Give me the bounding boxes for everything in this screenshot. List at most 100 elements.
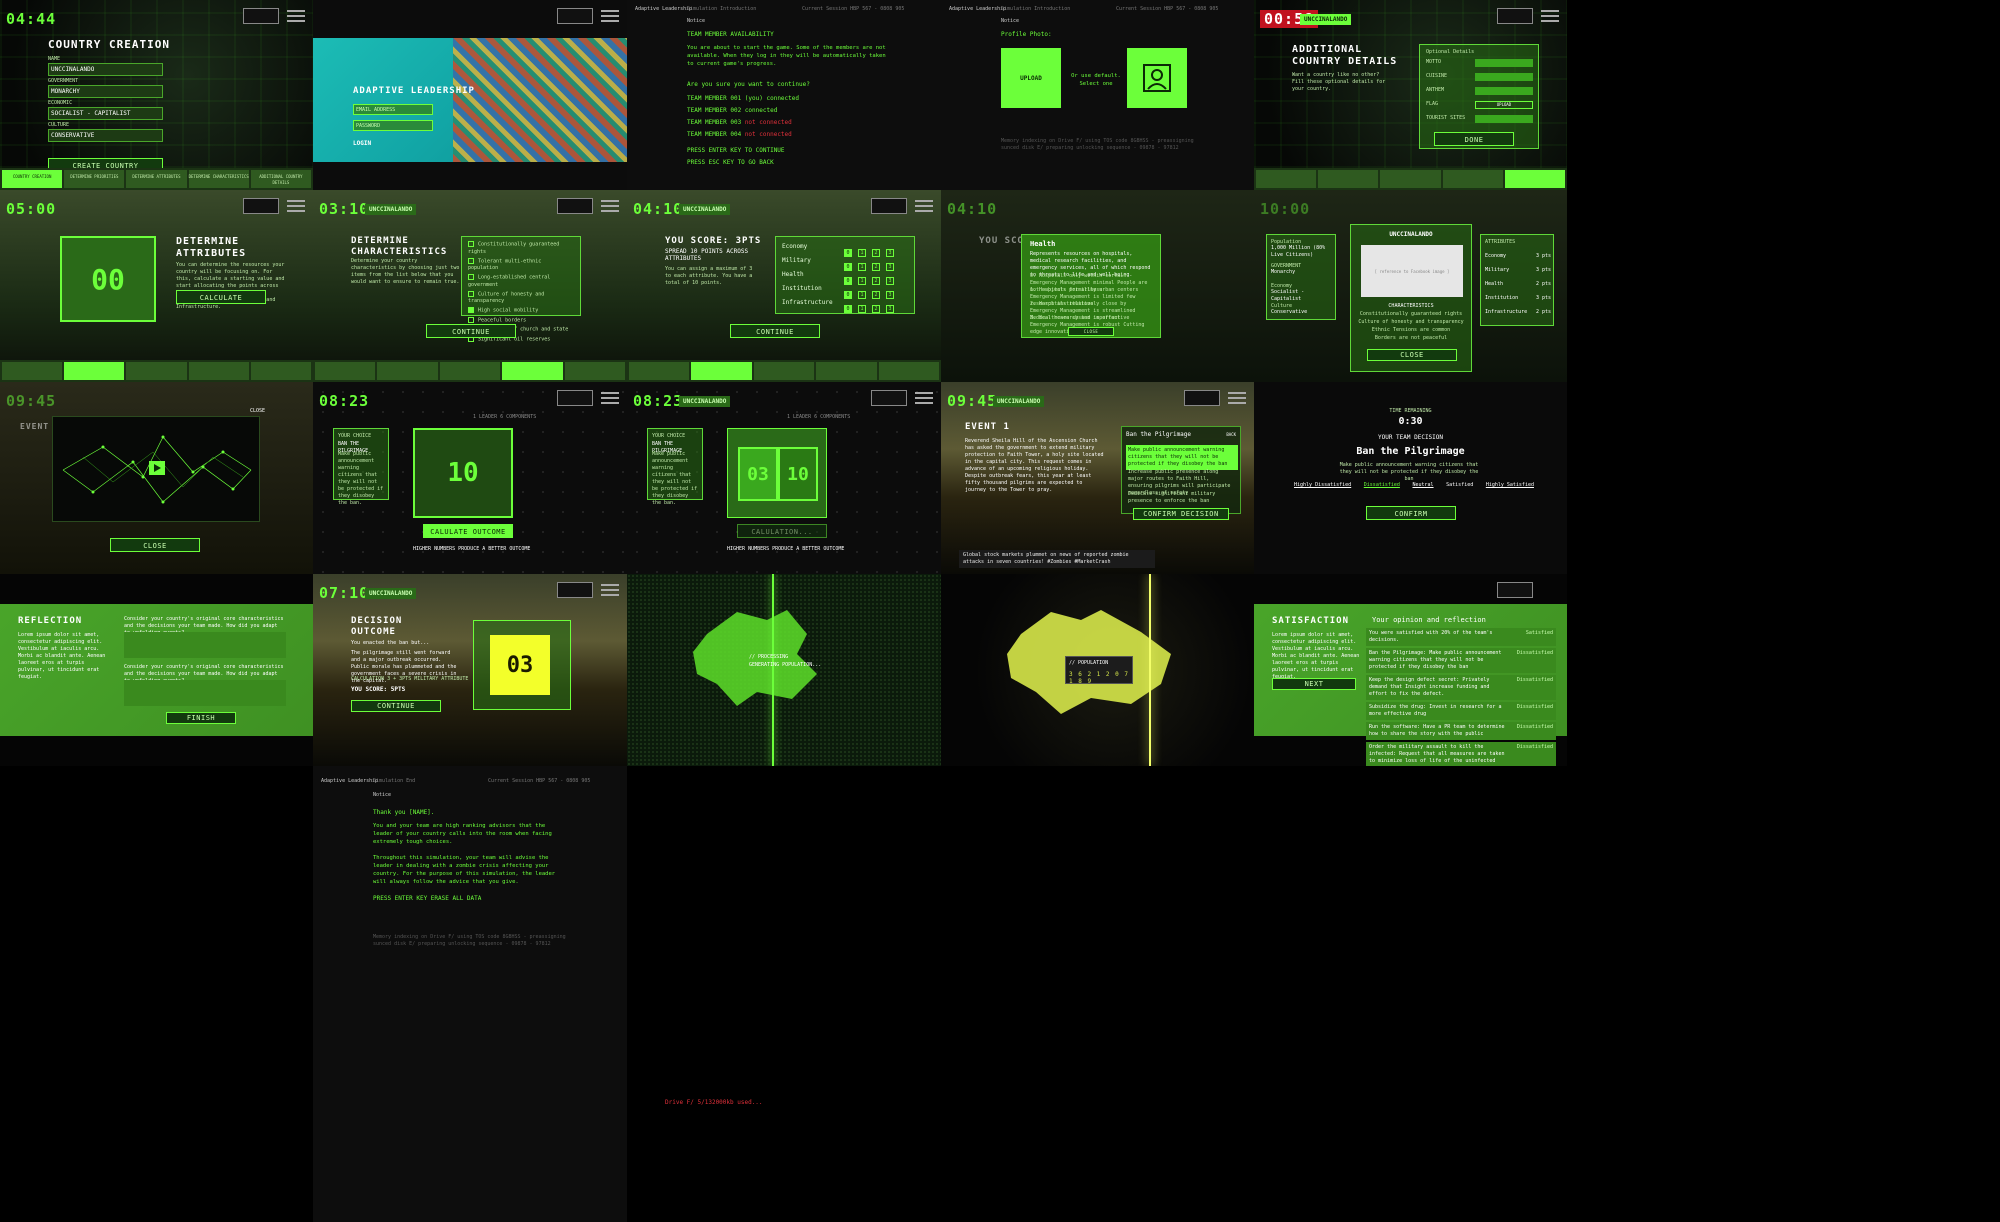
score-option[interactable]: 0: [844, 304, 852, 313]
flag-upload-button[interactable]: UPLOAD: [1475, 101, 1533, 109]
step-2[interactable]: [1318, 170, 1379, 188]
characteristic-item[interactable]: Tolerant multi-ethnic population: [468, 257, 574, 273]
score-option[interactable]: 2: [872, 304, 880, 313]
menu-icon[interactable]: [601, 10, 619, 22]
esc-prompt[interactable]: PRESS ESC KEY TO GO BACK: [687, 158, 774, 168]
step-1[interactable]: COUNTRY CREATION: [2, 170, 63, 188]
step-3[interactable]: [1380, 170, 1441, 188]
erase-prompt[interactable]: PRESS ENTER KEY ERASE ALL DATA: [373, 894, 481, 904]
scale-option[interactable]: Neutral: [1412, 482, 1433, 488]
answer-1-field[interactable]: [124, 632, 286, 658]
calculate-outcome-button[interactable]: CALULATE OUTCOME: [423, 524, 513, 538]
close-button[interactable]: CLOSE: [1068, 327, 1114, 336]
step-2[interactable]: [377, 362, 438, 380]
cuisine-field[interactable]: [1475, 73, 1533, 81]
characteristic-item[interactable]: Culture of honesty and transparency: [468, 290, 574, 306]
menu-icon[interactable]: [287, 200, 305, 212]
finish-button[interactable]: FINISH: [166, 712, 236, 724]
enter-prompt[interactable]: PRESS ENTER KEY TO CONTINUE: [687, 146, 785, 156]
step-3[interactable]: [753, 362, 815, 380]
menu-icon[interactable]: [1228, 392, 1246, 404]
score-option[interactable]: 3: [886, 304, 894, 313]
continue-button[interactable]: CONTINUE: [426, 324, 516, 338]
step-4[interactable]: [502, 362, 563, 380]
member-row: TEAM MEMBER 004 not connected: [687, 130, 799, 140]
next-button[interactable]: NEXT: [1272, 678, 1356, 690]
anthem-field[interactable]: [1475, 87, 1533, 95]
tile-choice-calc-2: 08:23 UNCCINALANDO 1 LEADER 6 COMPONENTS…: [627, 382, 941, 574]
video-player[interactable]: [52, 416, 260, 522]
scale-option[interactable]: Dissatisfied: [1364, 482, 1400, 488]
characteristic-item[interactable]: Constitutionally guaranteed rights: [468, 241, 574, 256]
characteristic-item[interactable]: Long-established central government: [468, 274, 574, 289]
step-4[interactable]: DETERMINE CHARACTERISTICS: [188, 170, 249, 188]
step-4[interactable]: [188, 362, 249, 380]
back-link[interactable]: BACK: [1226, 432, 1236, 437]
checkbox[interactable]: [468, 290, 474, 297]
scale-option[interactable]: Highly Dissatisfied: [1294, 482, 1351, 488]
step-1[interactable]: [1256, 170, 1317, 188]
menu-icon[interactable]: [1541, 10, 1559, 22]
login-button[interactable]: LOGIN: [353, 140, 371, 147]
menu-icon[interactable]: [915, 200, 933, 212]
score-option[interactable]: 1: [858, 304, 866, 313]
step-nav: [1254, 168, 1567, 190]
scale-option[interactable]: Satisfied: [1446, 482, 1473, 488]
culture-select[interactable]: CONSERVATIVE: [48, 129, 163, 142]
continue-button[interactable]: CONTINUE: [730, 324, 820, 338]
step-1[interactable]: [629, 362, 690, 380]
checkbox[interactable]: [468, 316, 474, 323]
attr-row: Health: [782, 271, 804, 278]
close-top-link[interactable]: CLOSE: [250, 408, 265, 414]
upload-button[interactable]: UPLOAD: [1001, 48, 1061, 108]
menu-icon[interactable]: [601, 392, 619, 404]
characteristic-item[interactable]: High social mobility: [468, 307, 574, 315]
tourist-field[interactable]: [1475, 115, 1533, 123]
step-4[interactable]: [1442, 170, 1503, 188]
motto-field[interactable]: [1475, 59, 1533, 67]
step-3[interactable]: [439, 362, 501, 380]
step-5[interactable]: [878, 362, 940, 380]
step-1[interactable]: [2, 362, 63, 380]
default-avatar-button[interactable]: [1127, 48, 1187, 108]
confirm-decision-button[interactable]: CONFIRM DECISION: [1133, 508, 1229, 520]
checkbox[interactable]: [468, 274, 474, 280]
bottom-bar: [0, 736, 313, 766]
drive-status-outer: Drive F/ 5/132000kb used...: [665, 1099, 763, 1106]
menu-icon[interactable]: [287, 10, 305, 22]
answer-2-field[interactable]: [124, 680, 286, 706]
step-5[interactable]: [1504, 170, 1566, 188]
option-3[interactable]: Dedicate significant military presence t…: [1126, 489, 1238, 507]
close-button[interactable]: CLOSE: [1367, 349, 1457, 361]
step-4[interactable]: [816, 362, 877, 380]
checkbox[interactable]: [468, 307, 474, 313]
scale-option[interactable]: Highly Satisfied: [1486, 482, 1534, 488]
step-3[interactable]: [126, 362, 187, 380]
name-field[interactable]: UNCCINALANDO: [48, 63, 163, 76]
play-icon[interactable]: [149, 461, 165, 475]
step-3[interactable]: DETERMINE ATTRIBUTES: [126, 170, 187, 188]
step-2[interactable]: [64, 362, 125, 380]
password-field[interactable]: PASSWORD: [353, 120, 433, 131]
close-button[interactable]: CLOSE: [110, 538, 200, 552]
confirm-button[interactable]: CONFIRM: [1366, 506, 1456, 520]
step-2[interactable]: [691, 362, 752, 380]
economic-select[interactable]: SOCIALIST - CAPITALIST: [48, 107, 163, 120]
step-2[interactable]: DETERMINE PRIORITIES: [64, 170, 125, 188]
menu-icon[interactable]: [915, 392, 933, 404]
menu-icon[interactable]: [601, 584, 619, 596]
government-select[interactable]: MONARCHY: [48, 85, 163, 98]
step-1[interactable]: [315, 362, 376, 380]
email-field[interactable]: EMAIL ADDRESS: [353, 104, 433, 115]
step-5[interactable]: [250, 362, 312, 380]
opinion-text: You were satisfied with 20% of the team'…: [1369, 630, 1493, 643]
step-5[interactable]: [564, 362, 626, 380]
characteristic-item[interactable]: Peaceful borders: [468, 316, 574, 325]
checkbox[interactable]: [468, 257, 474, 264]
menu-icon[interactable]: [601, 200, 619, 212]
checkbox[interactable]: [468, 241, 474, 247]
continue-button[interactable]: CONTINUE: [351, 700, 441, 712]
calculate-button[interactable]: CALCULATE: [176, 290, 266, 304]
step-5[interactable]: ADDITIONAL COUNTRY DETAILS: [250, 170, 312, 188]
done-button[interactable]: DONE: [1434, 132, 1514, 146]
